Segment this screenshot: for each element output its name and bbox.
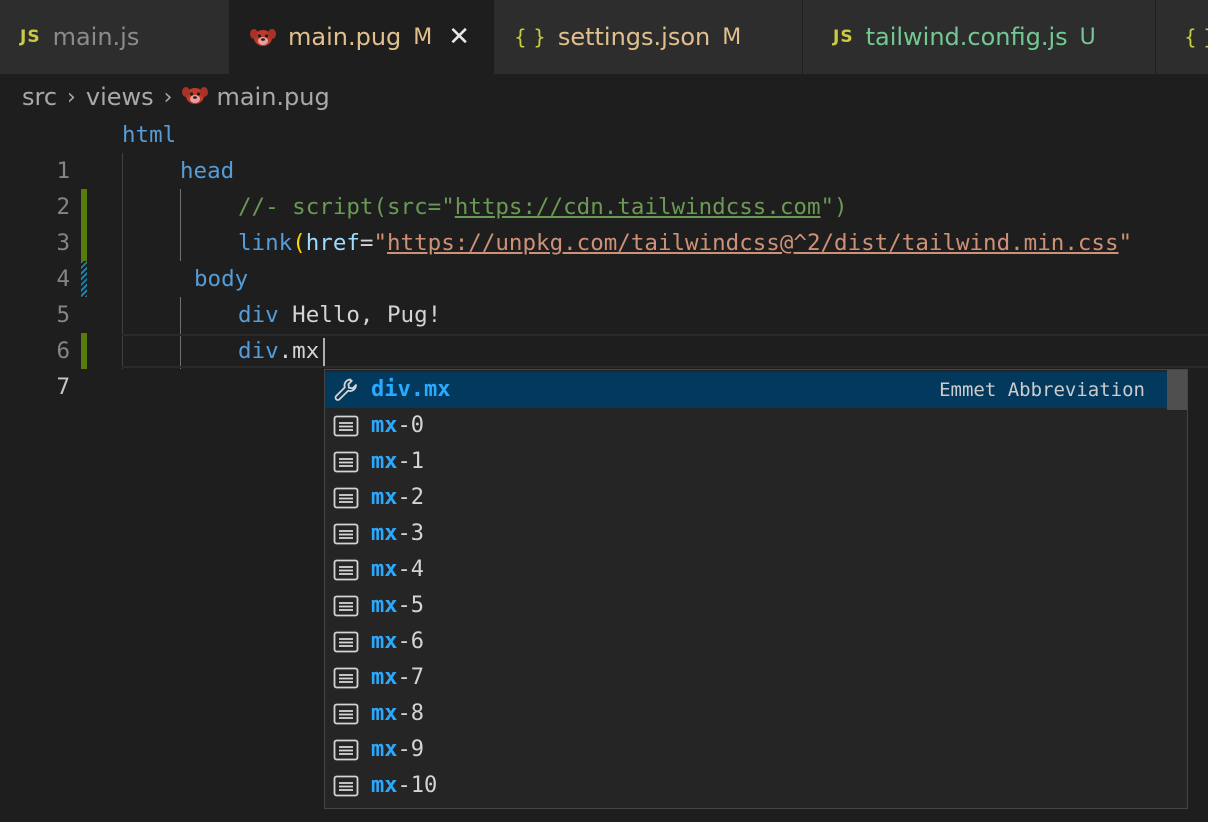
code-content: div.mx <box>238 338 320 364</box>
tab-label: settings.json <box>557 23 711 51</box>
pug-file-icon <box>250 27 276 47</box>
tab-main-js[interactable]: JS main.js <box>0 0 230 74</box>
tab-main-pug[interactable]: main.pug M ✕ <box>230 0 494 74</box>
suggestion-item[interactable]: mx-5 <box>325 588 1187 624</box>
pug-file-icon <box>182 83 209 111</box>
suggestion-item[interactable]: mx-3 <box>325 516 1187 552</box>
text-snippet-icon <box>332 772 360 800</box>
code-link[interactable]: https://cdn.tailwindcss.com <box>455 194 821 220</box>
git-modified-indicator[interactable] <box>81 261 87 297</box>
code-line: 4 link(href="https://unpkg.com/tailwindc… <box>0 225 1208 292</box>
tab-label: main.js <box>52 23 140 51</box>
autocomplete-suggestions: div.mx Emmet Abbreviation mx-0 mx-1 mx-2… <box>324 369 1188 809</box>
code-content: body <box>194 266 249 292</box>
breadcrumb-item-src[interactable]: src <box>22 83 57 111</box>
git-added-indicator[interactable] <box>81 333 87 369</box>
suggestion-item[interactable]: mx-1 <box>325 444 1187 480</box>
code-line-active: 7 div.mx <box>0 333 1208 400</box>
code-content: //- script(src="https://cdn.tailwindcss.… <box>238 194 848 220</box>
code-content: link(href="https://unpkg.com/tailwindcss… <box>238 230 1133 256</box>
breadcrumb-item-main-pug[interactable]: main.pug <box>216 83 329 111</box>
breadcrumb: src › views › main.pug <box>22 80 330 114</box>
text-snippet-icon <box>332 520 360 548</box>
modified-status-badge: M <box>722 24 742 50</box>
suggestion-item[interactable]: mx-10 <box>325 768 1187 804</box>
suggestion-label: mx-1 <box>371 449 424 474</box>
chevron-right-icon: › <box>163 84 173 110</box>
code-content: html <box>122 122 177 148</box>
tab-json-partial[interactable]: { } <box>1156 0 1208 74</box>
suggestion-label: mx-3 <box>371 521 424 546</box>
suggestion-label: mx-9 <box>371 737 424 762</box>
suggestion-item[interactable]: mx-6 <box>325 624 1187 660</box>
suggestion-detail: Emmet Abbreviation <box>939 379 1145 401</box>
text-snippet-icon <box>332 412 360 440</box>
text-snippet-icon <box>332 700 360 728</box>
code-content: div Hello, Pug! <box>238 302 442 328</box>
breadcrumb-item-views[interactable]: views <box>86 83 154 111</box>
json-file-icon: { } <box>514 25 546 49</box>
suggestion-label: mx-10 <box>371 773 438 798</box>
code-line: 3 //- script(src="https://cdn.tailwindcs… <box>0 189 1208 256</box>
suggestions-scrollbar[interactable] <box>1167 370 1187 410</box>
suggestion-item[interactable]: mx-9 <box>325 732 1187 768</box>
text-snippet-icon <box>332 736 360 764</box>
suggestion-label: mx-5 <box>371 593 424 618</box>
suggestion-item[interactable]: div.mx Emmet Abbreviation <box>325 372 1167 408</box>
text-snippet-icon <box>332 664 360 692</box>
wrench-icon <box>332 376 360 404</box>
untracked-status-badge: U <box>1079 24 1096 50</box>
suggestion-label: mx-0 <box>371 413 424 438</box>
suggestion-label: div.mx <box>371 377 451 402</box>
close-icon[interactable]: ✕ <box>448 24 470 50</box>
suggestion-label: mx-2 <box>371 485 424 510</box>
suggestion-item[interactable]: mx-8 <box>325 696 1187 732</box>
text-snippet-icon <box>332 628 360 656</box>
suggestion-item[interactable]: mx-7 <box>325 660 1187 696</box>
suggestion-label: mx-7 <box>371 665 424 690</box>
suggestion-item[interactable]: mx-2 <box>325 480 1187 516</box>
code-line: 5 body <box>0 261 1208 328</box>
suggestion-item[interactable]: mx-0 <box>325 408 1187 444</box>
text-cursor <box>323 338 325 366</box>
tab-settings-json[interactable]: { } settings.json M <box>494 0 803 74</box>
editor-tab-bar: JS main.js main.pug M ✕ { } settings.jso… <box>0 0 1208 74</box>
code-line: 1 html <box>0 117 1208 184</box>
modified-status-badge: M <box>413 24 433 50</box>
code-link[interactable]: https://unpkg.com/tailwindcss@^2/dist/ta… <box>387 230 1119 256</box>
javascript-file-icon: JS <box>833 27 854 47</box>
suggestion-label: mx-6 <box>371 629 424 654</box>
code-content: head <box>180 158 235 184</box>
text-snippet-icon <box>332 448 360 476</box>
code-line: 6 div Hello, Pug! <box>0 297 1208 364</box>
suggestion-label: mx-4 <box>371 557 424 582</box>
code-line: 2 head <box>0 153 1208 220</box>
json-file-icon: { } <box>1184 25 1208 49</box>
text-snippet-icon <box>332 592 360 620</box>
chevron-right-icon: › <box>67 84 76 110</box>
suggestion-item[interactable]: mx-4 <box>325 552 1187 588</box>
tab-label: tailwind.config.js <box>865 23 1068 51</box>
git-added-indicator[interactable] <box>81 189 87 225</box>
suggestion-label: mx-8 <box>371 701 424 726</box>
text-snippet-icon <box>332 556 360 584</box>
tab-tailwind-config-js[interactable]: JS tailwind.config.js U <box>803 0 1156 74</box>
text-snippet-icon <box>332 484 360 512</box>
tab-label: main.pug <box>288 23 402 51</box>
git-added-indicator[interactable] <box>81 225 87 261</box>
line-number: 7 <box>56 374 70 400</box>
javascript-file-icon: JS <box>20 27 41 47</box>
